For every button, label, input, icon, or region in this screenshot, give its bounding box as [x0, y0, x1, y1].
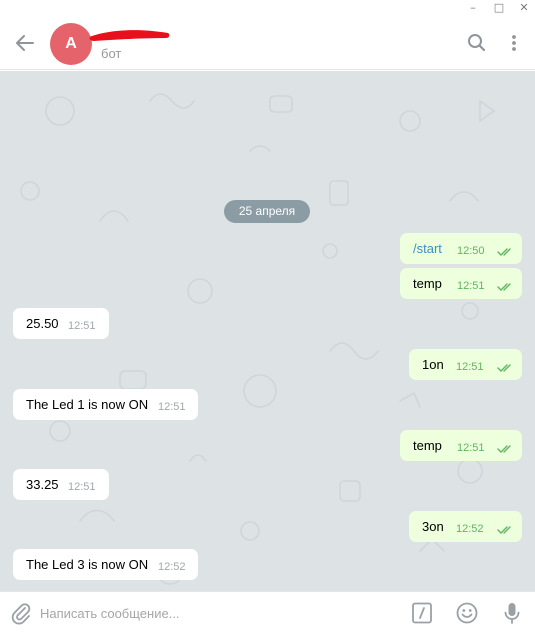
- message-text: 1on: [422, 357, 444, 372]
- message-text: 25.50: [26, 316, 59, 331]
- slash-commands-icon: [412, 602, 432, 624]
- paperclip-icon: [11, 603, 31, 625]
- read-checkmarks-icon: [497, 364, 511, 372]
- voice-message-button[interactable]: [499, 600, 525, 626]
- message-time: 12:50: [457, 245, 485, 257]
- message-input[interactable]: [40, 600, 390, 626]
- message-text[interactable]: /start: [413, 241, 442, 256]
- message-text: The Led 1 is now ON: [26, 397, 149, 412]
- emoji-button[interactable]: [454, 600, 480, 626]
- message-text: 33.25: [26, 477, 59, 492]
- back-button[interactable]: [12, 30, 38, 56]
- more-menu-button[interactable]: [501, 30, 527, 56]
- chat-header: A бот: [0, 18, 535, 70]
- message-list[interactable]: 25 апреля /start 12:50 temp 12:51 25.50 …: [0, 71, 535, 591]
- message-time: 12:51: [457, 280, 485, 292]
- read-checkmarks-icon: [497, 248, 511, 256]
- message-text: 3on: [422, 519, 444, 534]
- message-text: temp: [413, 438, 442, 453]
- message-time: 12:51: [68, 320, 96, 332]
- message-incoming[interactable]: The Led 3 is now ON 12:52: [13, 549, 198, 580]
- message-outgoing[interactable]: /start 12:50: [400, 233, 522, 264]
- microphone-icon: [504, 603, 520, 624]
- attach-button[interactable]: [8, 600, 34, 626]
- message-composer: [0, 591, 535, 633]
- read-checkmarks-icon: [497, 445, 511, 453]
- message-outgoing[interactable]: temp 12:51: [400, 430, 522, 461]
- search-icon: [468, 34, 486, 52]
- bot-commands-button[interactable]: [409, 600, 435, 626]
- message-outgoing[interactable]: 3on 12:52: [409, 511, 522, 542]
- vertical-dots-icon: [512, 35, 516, 51]
- message-time: 12:51: [457, 442, 485, 454]
- close-window-button[interactable]: ✕: [513, 0, 535, 16]
- read-checkmarks-icon: [497, 526, 511, 534]
- smiley-icon: [456, 602, 478, 624]
- message-outgoing[interactable]: temp 12:51: [400, 268, 522, 299]
- message-incoming[interactable]: 33.25 12:51: [13, 469, 109, 500]
- message-text: temp: [413, 276, 442, 291]
- arrow-left-icon: [16, 35, 34, 51]
- minimize-button[interactable]: –: [462, 0, 484, 16]
- message-time: 12:51: [456, 361, 484, 373]
- chat-status: бот: [101, 46, 122, 61]
- message-incoming[interactable]: 25.50 12:51: [13, 308, 109, 339]
- message-time: 12:51: [68, 481, 96, 493]
- window-titlebar: – □ ✕: [0, 0, 535, 18]
- message-time: 12:51: [158, 401, 186, 413]
- date-separator: 25 апреля: [224, 200, 310, 223]
- message-text: The Led 3 is now ON: [26, 557, 149, 572]
- message-outgoing[interactable]: 1on 12:51: [409, 349, 522, 380]
- maximize-button[interactable]: □: [488, 0, 510, 16]
- read-checkmarks-icon: [497, 283, 511, 291]
- search-button[interactable]: [464, 30, 490, 56]
- message-time: 12:52: [456, 523, 484, 535]
- name-redaction-mark: [89, 30, 170, 41]
- message-incoming[interactable]: The Led 1 is now ON 12:51: [13, 389, 198, 420]
- message-time: 12:52: [158, 561, 186, 573]
